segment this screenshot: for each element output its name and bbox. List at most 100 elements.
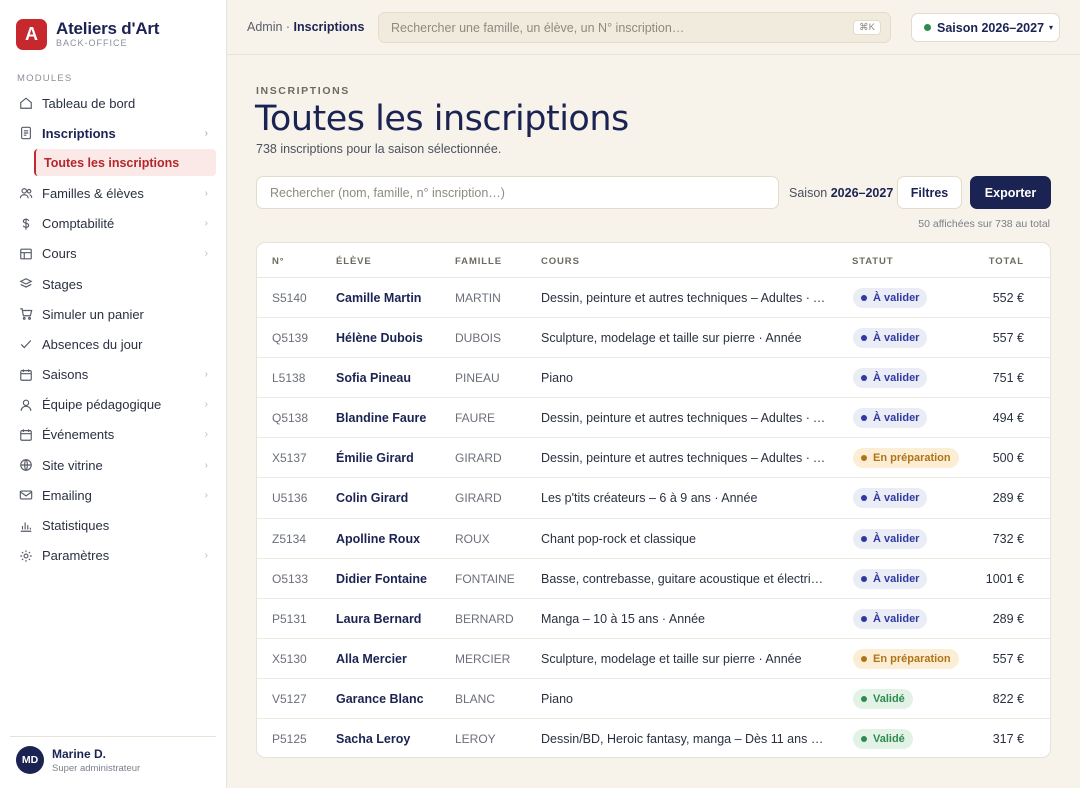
sidebar-item[interactable]: Comptabilité › [10, 209, 217, 239]
section-label: MODULES [17, 73, 73, 84]
table-row[interactable]: Q5139 Hélène Dubois DUBOIS Sculpture, model… [257, 318, 1050, 359]
brand-logo: A [16, 19, 47, 50]
status-badge: À valider [853, 528, 928, 549]
breadcrumb-root[interactable]: Admin [247, 20, 282, 34]
cell-total: 289 € [992, 611, 1024, 626]
cell-famille: GIRARD [455, 491, 502, 506]
status-badge: À valider [853, 488, 928, 509]
document-icon [19, 126, 33, 140]
table-row[interactable]: P5131 Laura Bernard BERNARD Manga – 10 à 15… [257, 599, 1050, 639]
status-badge: Validé [853, 729, 913, 750]
header-total[interactable]: TOTAL [989, 256, 1024, 267]
cell-total: 289 € [992, 491, 1024, 506]
chevron-right-icon: › [204, 399, 208, 411]
cell-eleve[interactable]: Émilie Girard [336, 451, 414, 465]
sidebar-item[interactable]: Cours › [10, 239, 217, 269]
cell-total: 732 € [992, 531, 1024, 546]
table-row[interactable]: X5130 Alla Mercier MERCIER Sculpture, model… [257, 639, 1050, 679]
topbar: Admin · Inscriptions Rechercher une fami… [227, 0, 1080, 55]
user-role: Super administrateur [52, 762, 141, 774]
table-row[interactable]: S5140 Camille Martin MARTIN Dessin, peintur… [257, 278, 1050, 319]
user-profile[interactable]: MD Marine D. Super administrateur [10, 736, 216, 774]
status-badge-label: Validé [873, 692, 905, 705]
table-row[interactable]: U5136 Colin Girard GIRARD Les p'tits créate… [257, 478, 1050, 519]
table-row[interactable]: L5138 Sofia Pineau PINEAU Piano À valider 751… [257, 358, 1050, 399]
status-dot-icon [861, 615, 867, 622]
brand[interactable]: A Ateliers d'Art BACK-OFFICE [16, 19, 159, 50]
table-row[interactable]: P5125 Sacha Leroy LEROY Dessin/BD, Heroic f… [257, 719, 1050, 757]
sidebar-item-label: Simuler un panier [42, 306, 144, 322]
cell-no: V5127 [272, 691, 307, 706]
sidebar-item[interactable]: Statistiques [10, 510, 217, 540]
search-input[interactable]: Rechercher (nom, famille, n° inscription… [256, 176, 779, 209]
sidebar-item[interactable]: Équipe pédagogique › [10, 390, 217, 420]
chevron-right-icon: › [204, 429, 208, 441]
header-eleve[interactable]: ÉLÈVE [336, 256, 372, 267]
table-body: S5140 Camille Martin MARTIN Dessin, peintur… [257, 278, 1050, 757]
sidebar-item[interactable]: Saisons › [10, 360, 217, 390]
sidebar-item[interactable]: Événements › [10, 420, 217, 450]
sidebar-item-label: Stages [42, 276, 83, 292]
cell-eleve[interactable]: Camille Martin [336, 291, 421, 305]
breadcrumb: Admin · Inscriptions [247, 20, 364, 34]
sidebar-item[interactable]: Inscriptions › [10, 118, 217, 148]
globe-icon [19, 458, 33, 472]
sidebar-item[interactable]: Tableau de bord [10, 88, 217, 118]
cell-famille: FONTAINE [455, 571, 515, 586]
export-button[interactable]: Exporter [970, 176, 1051, 209]
cell-eleve[interactable]: Sofia Pineau [336, 371, 411, 385]
cell-eleve[interactable]: Garance Blanc [336, 692, 424, 706]
sidebar-item[interactable]: Stages [10, 269, 217, 299]
cell-eleve[interactable]: Sacha Leroy [336, 732, 410, 746]
status-badge: En préparation [853, 448, 959, 469]
sidebar-item-label: Site vitrine [42, 457, 103, 473]
cell-eleve[interactable]: Alla Mercier [336, 652, 407, 666]
cell-eleve[interactable]: Laura Bernard [336, 612, 421, 626]
cell-eleve[interactable]: Apolline Roux [336, 532, 420, 546]
sidebar-item[interactable]: Site vitrine › [10, 450, 217, 480]
season-selector[interactable]: Saison 2026–2027 ▾ [911, 13, 1060, 42]
sidebar-item[interactable]: Absences du jour [10, 329, 217, 359]
sidebar-item[interactable]: Paramètres › [10, 541, 217, 571]
cell-no: U5136 [272, 491, 308, 506]
sidebar-subitem-all-inscriptions[interactable]: Toutes les inscriptions [34, 149, 216, 177]
brand-name: Ateliers d'Art [56, 19, 160, 38]
status-badge-label: À valider [873, 332, 920, 345]
filters-button[interactable]: Filtres [897, 176, 962, 209]
cell-famille: MERCIER [455, 651, 511, 666]
sidebar-item[interactable]: Emailing › [10, 480, 217, 510]
sidebar-item-label: Emailing [42, 487, 92, 503]
header-famille[interactable]: FAMILLE [455, 256, 502, 267]
sidebar-item[interactable]: Familles & élèves › [10, 178, 217, 208]
sidebar-item-label: Inscriptions [42, 125, 116, 141]
cell-eleve[interactable]: Colin Girard [336, 491, 408, 505]
cell-no: S5140 [272, 291, 307, 305]
header-cours[interactable]: COURS [541, 256, 580, 267]
status-dot-icon [861, 335, 867, 342]
caret-down-icon: ▾ [1049, 23, 1054, 32]
status-dot-icon [861, 736, 867, 743]
breadcrumb-current: Inscriptions [293, 20, 365, 34]
table-row[interactable]: X5137 Émilie Girard GIRARD Dessin, peinture… [257, 438, 1050, 479]
status-badge-label: En préparation [873, 452, 951, 465]
calendar-icon [19, 368, 33, 382]
cell-cours: Chant pop-rock et classique [541, 531, 696, 546]
table-row[interactable]: Z5134 Apolline Roux ROUX Chant pop-rock et … [257, 519, 1050, 559]
sidebar-item[interactable]: Simuler un panier [10, 299, 217, 329]
table-row[interactable]: V5127 Garance Blanc BLANC Piano Validé 822 € [257, 679, 1050, 720]
cell-eleve[interactable]: Blandine Faure [336, 411, 426, 425]
sidebar-item-label: Comptabilité [42, 216, 115, 232]
cell-no: P5131 [272, 611, 307, 626]
status-badge-label: À valider [873, 492, 920, 505]
status-badge: Validé [853, 688, 913, 709]
global-search-input[interactable]: Rechercher une famille, un élève, un N° … [378, 12, 891, 43]
table-row[interactable]: Q5138 Blandine Faure FAURE Dessin, peinture… [257, 398, 1050, 439]
status-dot-icon [861, 655, 867, 662]
header-statut[interactable]: STATUT [852, 256, 893, 267]
breadcrumb-separator: · [282, 20, 294, 34]
cell-eleve[interactable]: Didier Fontaine [336, 572, 427, 586]
table-row[interactable]: O5133 Didier Fontaine FONTAINE Basse, contr… [257, 559, 1050, 599]
cell-famille: DUBOIS [455, 331, 502, 346]
header-no[interactable]: N° [272, 256, 284, 267]
cell-eleve[interactable]: Hélène Dubois [336, 331, 423, 345]
